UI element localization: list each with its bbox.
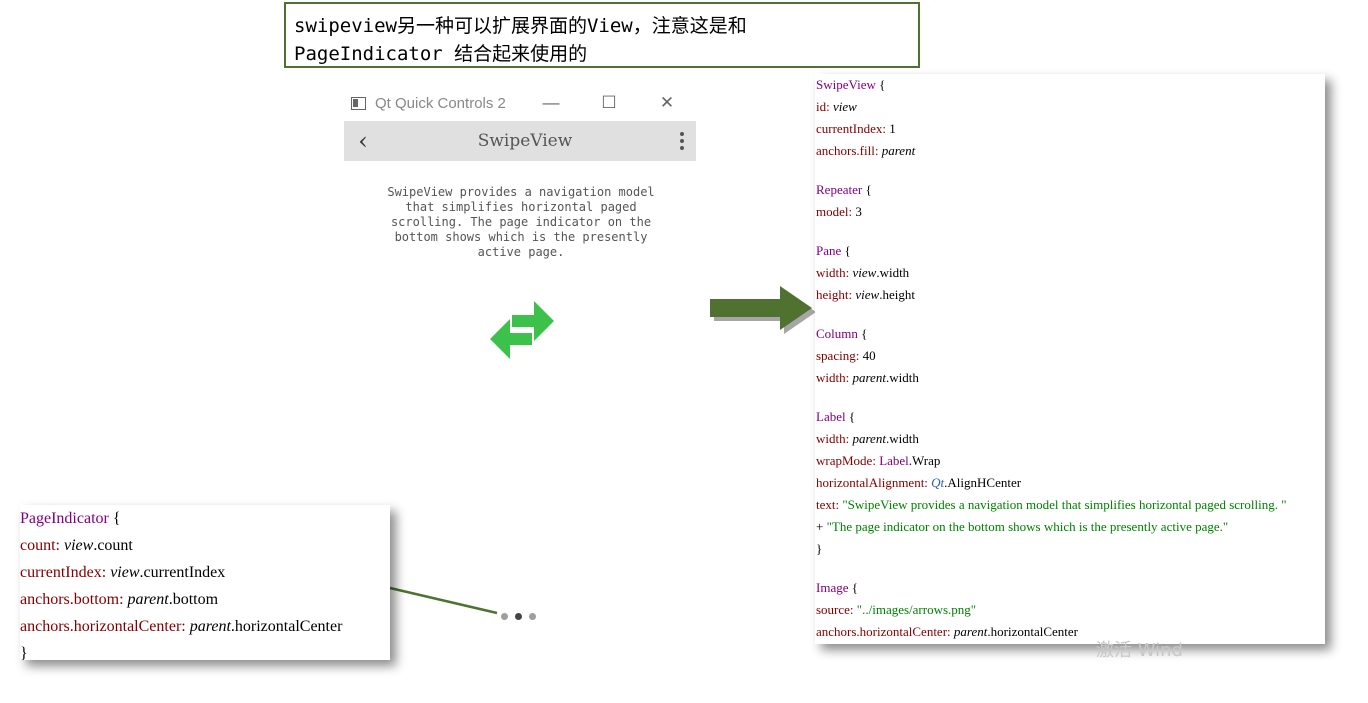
code-line: Repeater {	[816, 182, 872, 197]
code-line: }	[816, 541, 823, 556]
activation-watermark: 激活 Wind	[1096, 640, 1183, 661]
code-line: SwipeView {	[816, 77, 886, 92]
code-line: currentIndex: 1	[816, 121, 896, 136]
code-line: count: view.count	[20, 537, 133, 554]
code-line: anchors.bottom: parent.bottom	[20, 591, 219, 608]
code-line: }	[20, 645, 28, 660]
code-line: anchors.horizontalCenter: parent.horizon…	[20, 618, 343, 635]
code-line: Label {	[816, 409, 856, 424]
right-arrow-icon	[710, 286, 816, 334]
swipeview-code-panel: SwipeView { id: view currentIndex: 1 anc…	[815, 74, 1325, 644]
code-line: anchors.horizontalCenter: parent.horizon…	[816, 624, 1078, 639]
code-line: + "The page indicator on the bottom show…	[816, 519, 1229, 534]
code-line: model: 3	[816, 204, 862, 219]
code-line: width: view.width	[816, 265, 910, 280]
code-line: spacing: 40	[816, 348, 876, 363]
code-line: Pane {	[816, 243, 851, 258]
code-line: anchors.fill: parent	[816, 143, 916, 158]
code-line: width: parent.width	[816, 431, 919, 446]
code-line: source: "../images/arrows.png"	[816, 602, 977, 617]
code-line: id: view	[816, 99, 857, 114]
code-line: height: view.height	[816, 287, 915, 302]
code-line: wrapMode: Label.Wrap	[816, 453, 941, 468]
code-line: horizontalAlignment: Qt.AlignHCenter	[816, 475, 1022, 490]
code-line: currentIndex: view.currentIndex	[20, 564, 226, 581]
code-line: PageIndicator {	[20, 510, 121, 527]
code-line: text: "SwipeView provides a navigation m…	[816, 497, 1287, 512]
code-line: Image {	[816, 580, 858, 595]
code-line: width: parent.width	[816, 370, 919, 385]
code-line: Column {	[816, 326, 868, 341]
pageindicator-code-panel: PageIndicator { count: view.count curren…	[20, 505, 390, 660]
